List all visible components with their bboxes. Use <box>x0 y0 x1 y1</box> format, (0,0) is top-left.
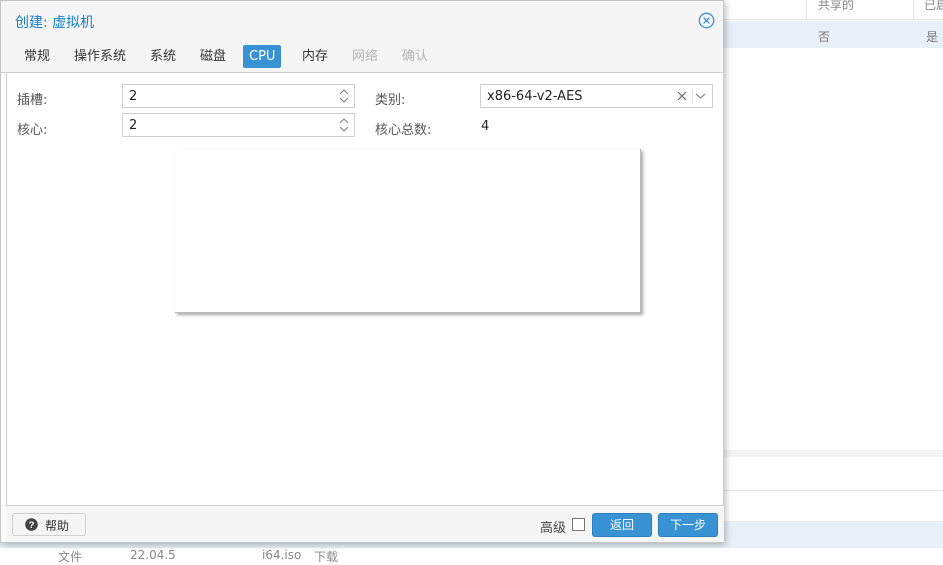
cores-input[interactable] <box>123 114 333 136</box>
cpu-type-label: 类别: <box>375 93 406 108</box>
tab-memory[interactable]: 内存 <box>296 45 334 68</box>
help-button[interactable]: ? 帮助 <box>12 513 86 536</box>
dialog-header[interactable]: 创建: 虚拟机 <box>1 1 723 41</box>
cpu-type-combo[interactable] <box>480 84 713 108</box>
tab-cpu[interactable]: CPU <box>243 45 282 68</box>
tab-network: 网络 <box>352 49 379 64</box>
cpu-panel: 插槽: 核心: 类别: <box>6 73 724 505</box>
svg-text:?: ? <box>29 520 35 531</box>
spinner-arrows-icon[interactable] <box>338 87 350 105</box>
advanced-label: 高级 <box>540 521 567 536</box>
cell-enabled: 是 <box>926 30 939 44</box>
tab-general[interactable]: 常规 <box>18 45 56 68</box>
total-cores-label: 核心总数: <box>375 123 432 138</box>
chevron-down-icon[interactable] <box>695 92 706 100</box>
column-separator <box>913 0 914 20</box>
bottom-text-3: i64.iso <box>262 548 302 562</box>
column-separator <box>806 0 807 20</box>
column-header-shared[interactable]: 共享的 <box>818 0 854 13</box>
clear-icon[interactable] <box>676 90 688 102</box>
tab-confirm: 确认 <box>402 49 429 64</box>
create-vm-dialog: 创建: 虚拟机 常规 操作系统 系统 磁盘 CPU 内存 网络 确认 插槽: 核… <box>0 0 724 543</box>
cores-stepper[interactable] <box>122 113 355 137</box>
next-button[interactable]: 下一步 <box>658 513 718 537</box>
close-icon[interactable] <box>698 12 715 29</box>
advanced-checkbox[interactable] <box>572 518 585 531</box>
dialog-footer: ? 帮助 高级 返回 下一步 <box>6 505 724 542</box>
help-label: 帮助 <box>45 519 70 533</box>
tab-system[interactable]: 系统 <box>144 45 182 68</box>
sockets-input[interactable] <box>123 85 333 107</box>
sockets-stepper[interactable] <box>122 84 355 108</box>
dialog-title: 创建: 虚拟机 <box>15 15 95 31</box>
bottom-text-2: 22.04.5 <box>130 548 176 562</box>
cpu-type-input[interactable] <box>481 85 661 107</box>
total-cores-value: 4 <box>481 119 490 134</box>
sockets-label: 插槽: <box>17 93 48 108</box>
back-button[interactable]: 返回 <box>592 513 652 537</box>
column-header-enabled[interactable]: 已启 <box>924 0 943 13</box>
spinner-arrows-icon[interactable] <box>338 116 350 134</box>
blank-popup-panel <box>175 149 641 313</box>
cell-shared: 否 <box>818 30 831 44</box>
tab-os[interactable]: 操作系统 <box>68 45 132 68</box>
help-icon: ? <box>25 518 38 531</box>
wizard-tabbar: 常规 操作系统 系统 磁盘 CPU 内存 网络 确认 <box>1 41 723 73</box>
tab-disks[interactable]: 磁盘 <box>194 45 232 68</box>
combo-divider <box>692 89 693 103</box>
cores-label: 核心: <box>17 123 48 138</box>
